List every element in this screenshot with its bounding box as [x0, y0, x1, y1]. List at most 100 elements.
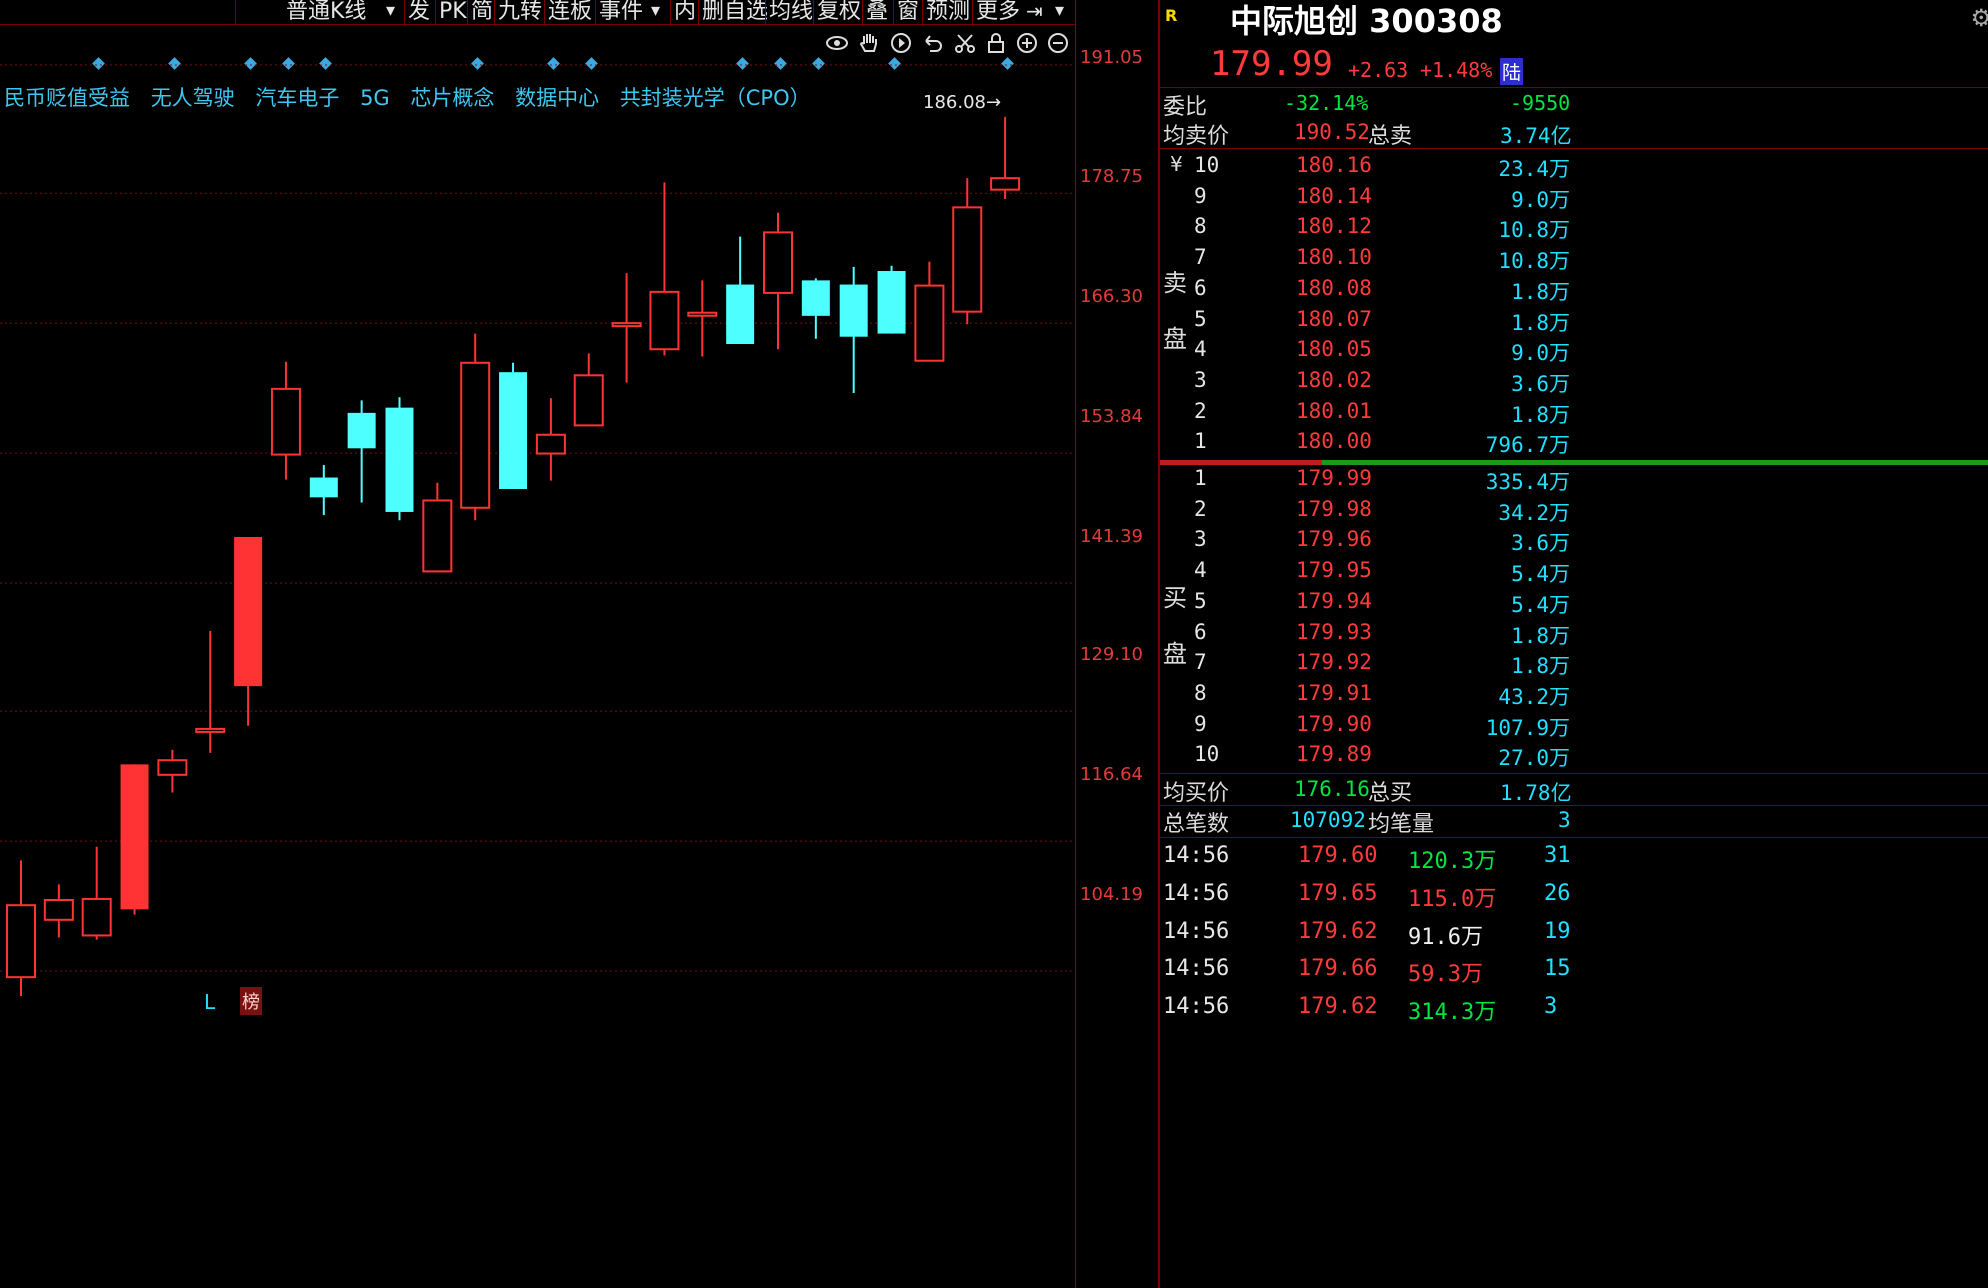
price-change-pct: +1.48% [1420, 58, 1493, 82]
order-row[interactable]: 9 179.90 107.9万 [1160, 712, 1988, 743]
gear-icon[interactable]: ⚙ [1970, 4, 1988, 32]
order-row[interactable]: 8 180.12 10.8万 [1160, 214, 1988, 245]
order-row[interactable]: 8 179.91 43.2万 [1160, 681, 1988, 712]
order-price: 180.08 [1296, 275, 1372, 300]
buy-strength-bar [1322, 460, 1988, 465]
order-volume: 796.7万 [1485, 433, 1570, 458]
order-level: 5 [1194, 588, 1207, 613]
candle[interactable] [157, 749, 188, 793]
order-volume: 5.4万 [1511, 592, 1570, 617]
order-row[interactable]: 6 180.08 1.8万 [1160, 276, 1988, 307]
kline-panel[interactable]: 普通K线 ▾ 发 PK 简 九转 连板 事件 ▾ 内 删自选 均线 复权 叠 窗… [0, 0, 1158, 1288]
candle[interactable] [914, 261, 945, 362]
candle[interactable] [649, 182, 680, 356]
order-row[interactable]: 9 180.14 9.0万 [1160, 184, 1988, 215]
order-level: 8 [1194, 680, 1207, 705]
tick-row[interactable]: 14:56 179.66 59.3万 15 [1160, 956, 1988, 994]
candle[interactable] [687, 280, 718, 357]
candle[interactable] [347, 400, 376, 503]
order-volume: 23.4万 [1498, 157, 1570, 181]
candle[interactable] [422, 482, 453, 573]
order-row[interactable]: 6 179.93 1.8万 [1160, 620, 1988, 651]
order-row[interactable]: 1 180.00 796.7万 [1160, 429, 1988, 460]
candle[interactable] [801, 278, 830, 339]
tick-count: 3 [1544, 994, 1558, 1020]
candle[interactable] [726, 236, 755, 345]
market-badge[interactable]: 陆 [1500, 58, 1524, 85]
candle[interactable] [6, 860, 36, 996]
total-buy-label: 总买 [1368, 781, 1413, 806]
order-row[interactable]: 4 179.95 5.4万 [1160, 558, 1988, 589]
tick-row[interactable]: 14:56 179.60 120.3万 31 [1160, 843, 1988, 881]
candle[interactable] [81, 846, 112, 940]
order-row[interactable]: 10 179.89 27.0万 [1160, 742, 1988, 773]
candle[interactable] [43, 884, 74, 938]
avg-vol-label: 均笔量 [1368, 812, 1435, 837]
candle[interactable] [535, 398, 566, 481]
order-row[interactable]: 3 180.02 3.6万 [1160, 368, 1988, 399]
candle-body [726, 284, 755, 345]
avg-buy-label: 均买价 [1163, 781, 1230, 806]
tick-count: 31 [1544, 843, 1571, 868]
order-volume: 1.8万 [1511, 623, 1570, 648]
order-row[interactable]: 2 180.01 1.8万 [1160, 399, 1988, 430]
tick-time: 14:56 [1163, 956, 1230, 982]
order-row[interactable]: 7 179.92 1.8万 [1160, 650, 1988, 681]
order-level: 8 [1194, 214, 1207, 239]
candle[interactable] [120, 764, 149, 915]
order-row[interactable]: 1 179.99 335.4万 [1160, 466, 1988, 497]
candle[interactable] [877, 265, 906, 334]
avg-buy-price: 176.16 [1294, 777, 1370, 801]
candle[interactable] [763, 212, 793, 350]
order-price: 179.92 [1296, 650, 1372, 675]
order-row[interactable]: 5 180.07 1.8万 [1160, 307, 1988, 338]
candle-body [43, 898, 74, 921]
ranking-tag[interactable]: 榜 [240, 987, 262, 1015]
candle[interactable] [195, 630, 226, 753]
order-row[interactable]: 10 180.16 23.4万 [1160, 153, 1988, 184]
candle[interactable] [234, 536, 263, 726]
candle[interactable] [573, 353, 604, 427]
candle-body [801, 280, 830, 316]
order-level: 4 [1194, 558, 1207, 583]
candle[interactable] [270, 361, 301, 480]
candle[interactable] [385, 397, 414, 521]
candle[interactable] [499, 362, 528, 490]
order-level: 9 [1194, 711, 1207, 736]
order-price: 180.05 [1296, 337, 1372, 362]
order-row[interactable]: 3 179.96 3.6万 [1160, 527, 1988, 558]
axis-tick: 191.05 [1080, 47, 1143, 68]
candle[interactable] [460, 333, 491, 521]
avg-vol: 3 [1558, 808, 1571, 832]
order-price: 179.91 [1296, 680, 1372, 705]
stock-code: 300308 [1369, 2, 1503, 40]
weibi-pct: -32.14% [1284, 91, 1369, 115]
order-level: 9 [1194, 183, 1207, 208]
order-row[interactable]: 4 180.05 9.0万 [1160, 337, 1988, 368]
order-row[interactable]: 7 180.10 10.8万 [1160, 245, 1988, 276]
candle-body [385, 407, 414, 512]
tick-row[interactable]: 14:56 179.62 314.3万 3 [1160, 994, 1988, 1032]
order-row[interactable]: 2 179.98 34.2万 [1160, 497, 1988, 528]
tick-price: 179.62 [1298, 918, 1378, 944]
tick-amount: 91.6万 [1408, 924, 1483, 950]
candlestick-chart[interactable] [0, 0, 1075, 1288]
stock-name: 中际旭创 [1230, 2, 1359, 40]
order-row[interactable]: 5 179.94 5.4万 [1160, 589, 1988, 620]
candle[interactable] [990, 116, 1021, 200]
axis-tick: 166.30 [1080, 286, 1143, 307]
axis-tick: 116.64 [1080, 764, 1143, 785]
candle[interactable] [952, 178, 983, 325]
candle[interactable] [611, 273, 642, 383]
high-price-label: 186.08 [923, 92, 986, 113]
quote-panel: R 中际旭创 300308 ⚙ 179.99 +2.63 +1.48% 陆 委比… [1158, 0, 1988, 1288]
tick-row[interactable]: 14:56 179.65 115.0万 26 [1160, 881, 1988, 919]
tick-row[interactable]: 14:56 179.62 91.6万 19 [1160, 919, 1988, 957]
order-price: 179.94 [1296, 588, 1372, 613]
low-marker[interactable]: L [204, 990, 215, 1014]
candle[interactable] [309, 465, 338, 516]
axis-tick: 141.39 [1080, 526, 1143, 547]
tick-count: 15 [1544, 956, 1571, 982]
candle[interactable] [839, 266, 868, 394]
candle-body [535, 433, 566, 455]
